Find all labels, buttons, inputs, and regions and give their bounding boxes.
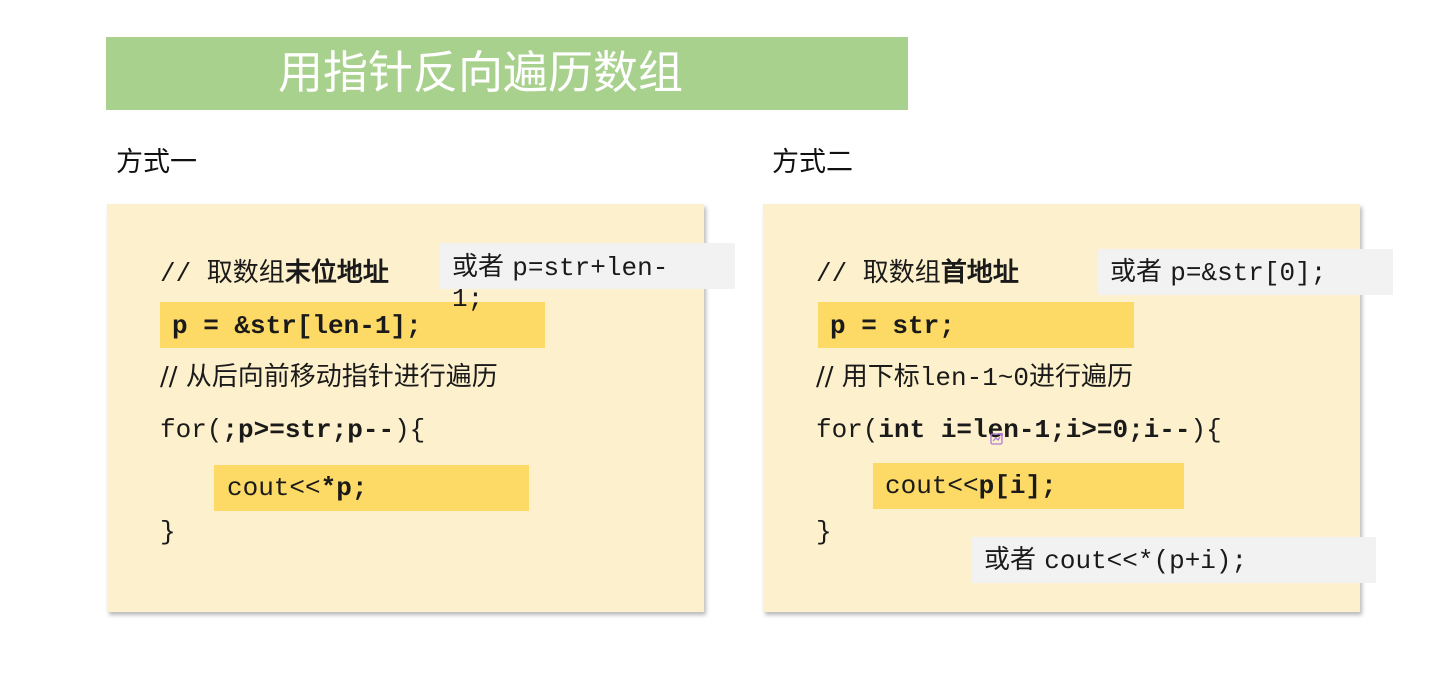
method2-close-brace: } [816, 517, 832, 547]
method1-for-cond: ;p>=str;p-- [222, 415, 395, 445]
method2-note2-code: cout<<*(p+i); [1044, 546, 1248, 576]
method1-note-code1: p=str+len- [512, 253, 669, 283]
method2-note2-line: 或者 cout<<*(p+i); [984, 544, 1247, 577]
method2-for-cond: int i=len-1;i>=0;i-- [878, 415, 1191, 445]
method2-for-line: for(int i=len-1;i>=0;i--){ [816, 413, 1222, 447]
method1-for-open: for( [160, 415, 223, 445]
method1-note-line1: 或者 p=str+len- [452, 251, 668, 284]
method1-cout-line: cout<<*p; [227, 471, 367, 505]
method2-cout-expr: p[i]; [978, 471, 1057, 501]
method2-comment2-suffix: 进行遍历 [1029, 362, 1134, 392]
method2-comment2-code: len-1~0 [919, 363, 1030, 393]
method2-label: 方式二 [772, 147, 853, 178]
method1-comment1-prefix: // 取数组 [160, 259, 285, 289]
method2-note2-prefix: 或者 [984, 545, 1045, 575]
method2-comment2-prefix: // 用下标 [816, 362, 920, 392]
method2-for-open: for( [816, 415, 879, 445]
method1-comment2: // 从后向前移动指针进行遍历 [160, 362, 498, 392]
method2-note-line: 或者 p=&str[0]; [1110, 256, 1326, 289]
method1-comment1-bold: 末位地址 [284, 258, 389, 288]
method1-cout-prefix: cout<< [227, 473, 321, 503]
edit-icon[interactable] [990, 432, 1004, 446]
method2-comment1-prefix: // 取数组 [816, 259, 941, 289]
method1-cout-expr: *p; [320, 473, 368, 503]
method2-cout-line: cout<<p[i]; [885, 469, 1057, 503]
method1-note-code2: 1; [452, 284, 484, 314]
method2-comment1-bold: 首地址 [940, 258, 1019, 288]
method1-note-prefix: 或者 [452, 252, 513, 282]
method1-close-brace: } [160, 517, 176, 547]
method2-comment2: // 用下标len-1~0进行遍历 [816, 360, 1133, 395]
slide-title: 用指针反向遍历数组 [278, 46, 684, 99]
method2-comment1: // 取数组首地址 [816, 256, 1019, 291]
method1-for-line: for(;p>=str;p--){ [160, 413, 425, 447]
method1-for-close: ){ [394, 415, 426, 445]
method1-comment1: // 取数组末位地址 [160, 256, 389, 291]
method1-label: 方式一 [116, 147, 197, 178]
method2-note-prefix: 或者 [1110, 257, 1171, 287]
method2-assign: p = str; [830, 311, 955, 341]
title-banner: 用指针反向遍历数组 [106, 37, 908, 110]
method2-note-code: p=&str[0]; [1170, 258, 1327, 288]
method2-for-close: ){ [1190, 415, 1222, 445]
method2-cout-prefix: cout<< [885, 471, 979, 501]
method1-assign: p = &str[len-1]; [172, 311, 422, 341]
